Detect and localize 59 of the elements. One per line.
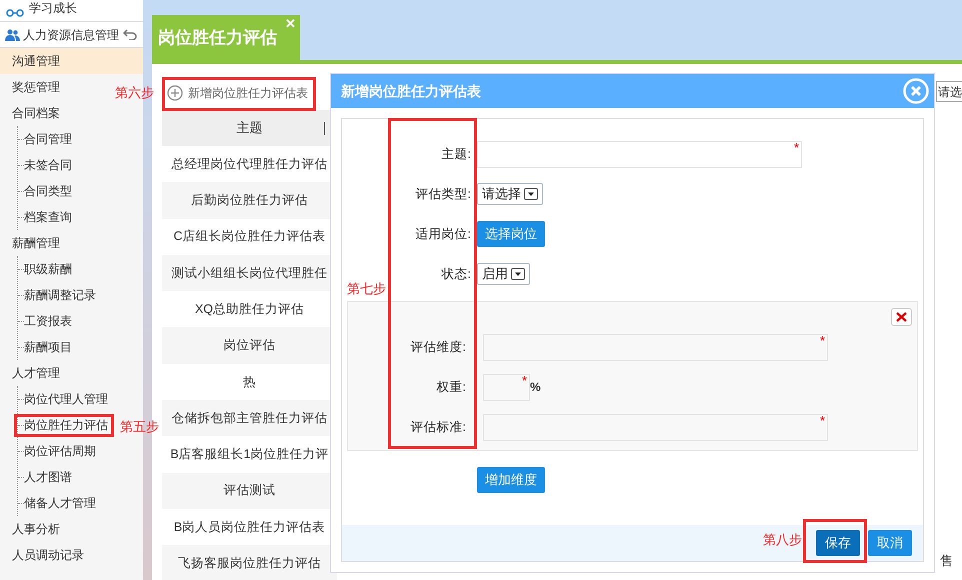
select-button[interactable]: 请选	[936, 81, 962, 102]
field-label: 评估标准:	[410, 418, 466, 436]
module-title: 人力资源信息管理	[23, 26, 119, 44]
sidebar-subitem[interactable]: 人才图谱	[24, 468, 72, 486]
select-dropdown[interactable]: 请选择	[477, 183, 543, 205]
field-label: 评估维度:	[410, 338, 466, 356]
save-button[interactable]: 保存	[816, 530, 860, 556]
sidebar-subitem[interactable]: 储备人才管理	[24, 494, 96, 512]
step-annotation: 第八步	[763, 531, 802, 549]
step-annotation: 第五步	[120, 418, 159, 436]
sidebar-item[interactable]: 奖惩管理	[12, 78, 60, 96]
required-mark: *	[794, 140, 799, 154]
highlight-frame	[803, 519, 867, 563]
plus-circle-icon	[167, 85, 183, 101]
field-label: 评估类型:	[416, 186, 471, 203]
percent-sign: %	[530, 379, 541, 396]
sidebar-item[interactable]: 合同档案	[12, 104, 60, 122]
weight-input[interactable]: *	[483, 374, 530, 400]
sidebar-subitem[interactable]: 岗位胜任力评估	[24, 416, 108, 434]
cell-text: 售	[940, 552, 953, 570]
required-mark: *	[820, 334, 825, 346]
required-mark: *	[820, 414, 825, 426]
step-annotation: 第六步	[115, 84, 154, 102]
add-button[interactable]: 新增岗位胜任力评估表	[162, 77, 313, 109]
close-icon	[896, 312, 907, 322]
sidebar-subitem[interactable]: 合同类型	[24, 182, 72, 200]
glasses-icon	[6, 9, 24, 17]
sidebar-subitem[interactable]: 岗位代理人管理	[24, 390, 108, 408]
text-input[interactable]: *	[477, 140, 802, 168]
field-label: 主题:	[442, 146, 471, 163]
sidebar-subitem[interactable]: 合同管理	[24, 130, 72, 148]
sidebar-item[interactable]: 薪酬管理	[12, 234, 60, 252]
sidebar-item[interactable]: 人才管理	[12, 364, 60, 382]
table-cell: 飞扬客服岗位胜任力评估	[162, 545, 337, 580]
dialog-title: 新增岗位胜任力评估表	[341, 82, 481, 100]
close-icon[interactable]	[903, 78, 929, 104]
sidebar-subitem[interactable]: 岗位评估周期	[24, 442, 96, 460]
sidebar-subitem[interactable]: 工资报表	[24, 312, 72, 330]
sidebar-subitem[interactable]: 档案查询	[24, 208, 72, 226]
step-annotation: 第七步	[347, 280, 386, 298]
sidebar-item[interactable]: 沟通管理	[12, 52, 60, 70]
sidebar-subitem[interactable]: 薪酬项目	[24, 338, 72, 356]
caret-icon	[511, 268, 525, 280]
sidebar-item[interactable]: 人员调动记录	[12, 546, 84, 564]
caret-icon	[524, 188, 538, 200]
sidebar-subitem[interactable]: 薪酬调整记录	[24, 286, 96, 304]
people-icon	[5, 28, 20, 40]
delete-button[interactable]	[891, 308, 912, 326]
return-icon[interactable]	[123, 29, 137, 40]
field-label: 状态:	[442, 266, 471, 283]
text-input[interactable]: *	[483, 414, 828, 440]
text-input[interactable]: *	[483, 334, 828, 360]
sidebar-subitem[interactable]: 未签合同	[24, 156, 72, 174]
required-mark: *	[522, 374, 527, 386]
select-dropdown[interactable]: 启用	[477, 263, 530, 285]
sidebar-item[interactable]: 人事分析	[12, 520, 60, 538]
sidebar-subitem[interactable]: 职级薪酬	[24, 260, 72, 278]
field-label: 权重:	[436, 378, 466, 396]
field-label: 适用岗位:	[416, 226, 471, 243]
